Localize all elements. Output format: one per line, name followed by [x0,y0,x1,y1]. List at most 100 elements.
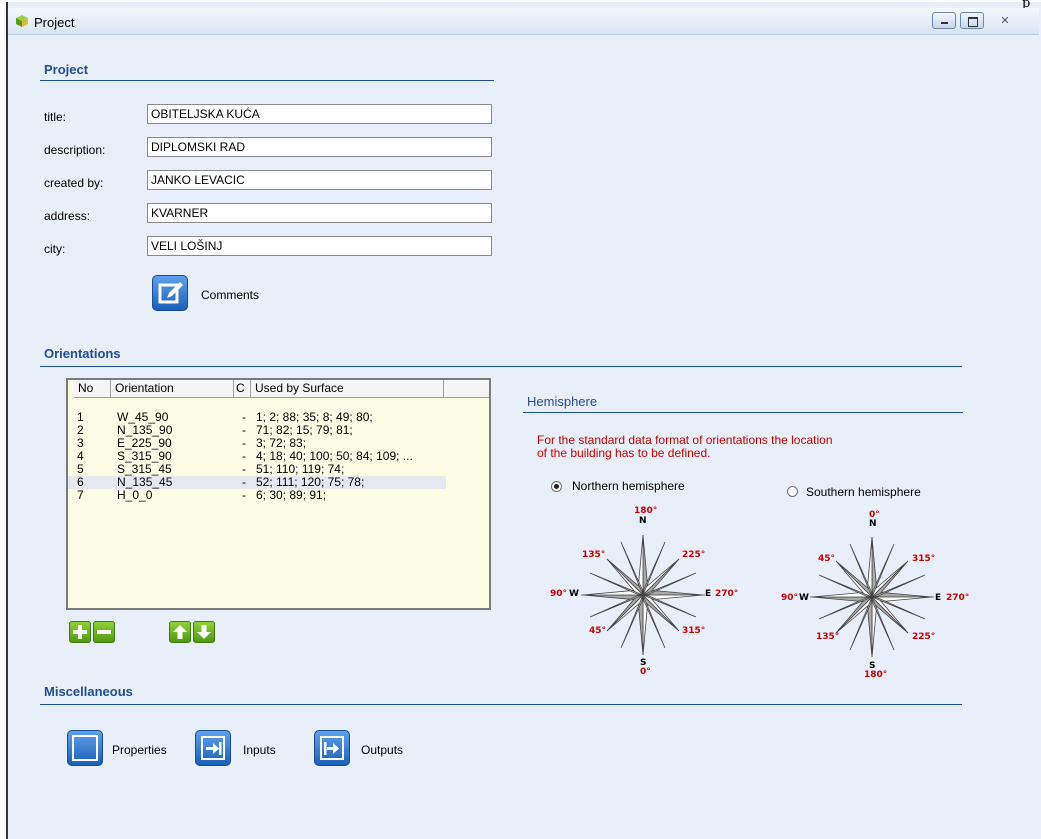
project-section-title: Project [44,62,89,77]
south-compass-ul: 45° [818,554,836,564]
project-section-rule [40,80,494,81]
south-compass-bottom-deg: 180° [864,670,888,680]
north-compass-ur: 225° [682,550,706,560]
north-compass-ul: 135° [582,550,606,560]
col-header-orientation[interactable]: Orientation [111,380,234,398]
comments-button[interactable] [152,275,188,311]
orientations-section-rule [40,366,962,367]
table-row[interactable]: 1 W_45_90 - 1; 2; 88; 35; 8; 49; 80; [68,411,446,424]
cell-c: - [242,424,246,437]
cell-c: - [242,463,246,476]
cell-orientation: S_315_90 [117,450,172,463]
properties-label: Properties [112,743,167,757]
southern-hemisphere-label[interactable]: Southern hemisphere [806,485,921,499]
cell-orientation: N_135_90 [117,424,173,437]
cell-no: 4 [77,450,84,463]
north-compass-top-deg: 180° [634,506,658,516]
address-field[interactable] [147,203,492,223]
title-bar[interactable] [8,8,1039,35]
south-compass-lr: 225° [912,632,936,642]
minimize-icon [941,22,948,24]
south-compass-right-deg: 270° [946,593,970,603]
hemisphere-rule [523,412,963,413]
col-header-no[interactable]: No [74,380,111,398]
cell-c: - [242,489,246,502]
cell-no: 6 [77,476,84,489]
table-row[interactable]: 7 H_0_0 - 6; 30; 89; 91; [68,489,446,502]
southern-hemisphere-radio[interactable] [787,486,798,497]
city-field[interactable] [147,236,492,256]
arrow-up-icon [173,625,187,639]
cell-c: - [242,437,246,450]
edit-note-icon [158,282,183,304]
cell-used-by-surface: 3; 72; 83; [256,437,307,450]
cell-orientation: E_225_90 [117,437,172,450]
northern-hemisphere-radio[interactable] [551,481,562,492]
description-label: description: [44,143,106,157]
outputs-icon [320,736,344,760]
south-compass-top: N [869,519,877,529]
title-field[interactable] [147,104,492,124]
table-row[interactable]: 5 S_315_45 - 51; 110; 119; 74; [68,463,446,476]
move-up-button[interactable] [169,621,191,643]
move-down-button[interactable] [193,621,215,643]
inputs-button[interactable] [195,730,231,766]
col-header-blank [444,380,489,398]
south-compass-left-deg: 90° [781,593,799,603]
cell-orientation: H_0_0 [117,489,153,502]
inputs-label: Inputs [243,743,276,757]
arrow-down-icon [197,625,211,639]
table-row[interactable]: 2 N_135_90 - 71; 82; 15; 79; 81; [68,424,446,437]
comments-label: Comments [201,288,260,302]
south-compass-right: E [935,593,942,603]
cell-no: 7 [77,489,84,502]
add-orientation-button[interactable] [69,621,91,643]
north-compass-right: E [705,589,712,599]
app-cube-icon [16,15,28,27]
created-by-field[interactable] [147,170,492,190]
cell-used-by-surface: 71; 82; 15; 79; 81; [256,424,353,437]
description-field[interactable] [147,137,492,157]
north-compass-right-deg: 270° [715,589,739,599]
cell-no: 2 [77,424,84,437]
north-compass-rose-icon [581,534,705,656]
cell-used-by-surface: 4; 18; 40; 100; 50; 84; 109; ... [256,450,413,463]
window-title: Project [34,15,75,30]
north-compass-left: W [569,589,579,599]
north-compass-bottom-deg: 0° [640,667,651,677]
hemisphere-note-line2: of the building has to be defined. [537,446,711,460]
remove-orientation-button[interactable] [93,621,115,643]
cell-no: 3 [77,437,84,450]
created-by-label: created by: [44,176,104,190]
col-header-c[interactable]: C [234,380,251,398]
north-compass-ll: 45° [589,626,607,636]
south-compass-left: W [799,593,809,603]
col-header-used-by-surface[interactable]: Used by Surface [251,380,444,398]
miscellaneous-section-title: Miscellaneous [44,684,133,699]
table-row[interactable]: 3 E_225_90 - 3; 72; 83; [68,437,446,450]
cell-no: 5 [77,463,84,476]
cell-used-by-surface: 52; 111; 120; 75; 78; [256,476,365,489]
cell-no: 1 [77,411,84,424]
miscellaneous-section-rule [40,704,962,705]
table-row[interactable]: 4 S_315_90 - 4; 18; 40; 100; 50; 84; 109… [68,450,446,463]
properties-button[interactable] [67,730,103,766]
north-compass-left-deg: 90° [550,589,568,599]
properties-icon [72,735,98,761]
inputs-icon [201,736,225,760]
table-row-selected[interactable]: 6 N_135_45 - 52; 111; 120; 75; 78; [68,476,446,489]
title-label: title: [44,110,67,124]
cell-c: - [242,476,246,489]
orientations-table[interactable]: No Orientation C Used by Surface 1 W_45_… [66,378,491,610]
cell-used-by-surface: 6; 30; 89; 91; [256,489,327,502]
minimize-button[interactable] [932,12,956,29]
orientations-section-title: Orientations [44,346,121,361]
north-compass-lr: 315° [682,626,706,636]
south-compass-ll: 135° [816,632,840,642]
minus-icon [97,630,111,634]
cell-c: - [242,411,246,424]
maximize-button[interactable] [960,12,984,29]
northern-hemisphere-label[interactable]: Northern hemisphere [572,479,685,493]
close-icon[interactable]: ✕ [993,14,1017,28]
outputs-button[interactable] [314,730,350,766]
